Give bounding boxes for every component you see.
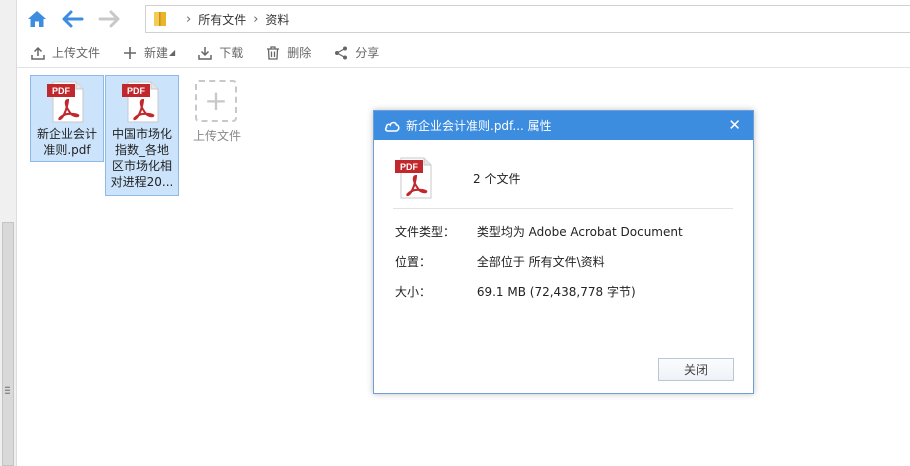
property-row-location: 位置： 全部位于 所有文件\资料 xyxy=(395,253,605,270)
file-count: 2 个文件 xyxy=(473,171,521,186)
left-scrollbar[interactable]: ━ ━ ━ xyxy=(0,0,17,466)
chevron-right-icon: › xyxy=(253,11,259,27)
dialog-title: 新企业会计准则.pdf... 属性 xyxy=(406,119,552,133)
toolbar: 上传文件 新建 ◢ 下载 删除 分享 xyxy=(17,38,910,68)
upload-label: 上传文件 xyxy=(52,46,101,60)
dialog-summary: PDF 2 个文件 xyxy=(393,155,520,201)
upload-tile-label: 上传文件 xyxy=(192,129,241,143)
delete-button[interactable]: 删除 xyxy=(265,44,311,61)
dropdown-caret-icon: ◢ xyxy=(169,48,176,57)
upload-tile[interactable]: + xyxy=(195,80,237,122)
upload-button[interactable]: 上传文件 xyxy=(30,44,100,61)
file-name-line: 中国市场化 xyxy=(111,127,172,141)
property-key: 位置： xyxy=(395,255,432,269)
file-name-line: 准则.pdf xyxy=(43,143,91,157)
property-value: 69.1 MB (72,438,778 字节) xyxy=(476,285,636,299)
pdf-file-icon: PDF xyxy=(395,157,432,199)
download-icon xyxy=(197,45,213,61)
arrow-left-icon xyxy=(62,10,84,28)
pdf-badge-text: PDF xyxy=(400,162,419,172)
new-button[interactable]: 新建 ◢ xyxy=(122,44,175,61)
download-label: 下载 xyxy=(219,46,244,60)
address-bar[interactable]: › 所有文件 › 资料 xyxy=(145,5,910,33)
property-key: 大小： xyxy=(395,285,432,299)
home-button[interactable] xyxy=(21,3,53,35)
dialog-titlebar[interactable]: 新企业会计准则.pdf... 属性 xyxy=(374,111,753,140)
close-button[interactable]: 关闭 xyxy=(658,358,734,381)
new-label: 新建 xyxy=(144,46,169,60)
file-item[interactable]: PDF 中国市场化 指数_各地 区市场化相 对进程20... xyxy=(105,75,179,196)
property-row-type: 文件类型： 类型均为 Adobe Acrobat Document xyxy=(395,223,683,240)
property-value: 全部位于 所有文件\资料 xyxy=(476,255,605,269)
scroll-grip-icon: ━ ━ ━ xyxy=(5,383,10,398)
divider xyxy=(393,208,733,209)
folder-icon xyxy=(154,12,166,26)
property-value: 类型均为 Adobe Acrobat Document xyxy=(476,225,683,239)
left-scrollbar-thumb[interactable] xyxy=(2,222,14,466)
upload-icon xyxy=(30,45,46,61)
arrow-right-icon xyxy=(98,10,120,28)
cloud-icon xyxy=(384,120,400,132)
download-button[interactable]: 下载 xyxy=(197,44,243,61)
file-name-line: 指数_各地 xyxy=(114,143,169,157)
file-item[interactable]: PDF 新企业会计 准则.pdf xyxy=(30,75,104,162)
back-button[interactable] xyxy=(57,3,89,35)
pdf-badge-text: PDF xyxy=(52,86,71,96)
pdf-file-icon: PDF xyxy=(47,81,84,123)
plus-icon: + xyxy=(204,84,228,117)
properties-dialog: 新企业会计准则.pdf... 属性 ✕ PDF 2 个文件 文件类型： 类型均为… xyxy=(373,110,754,394)
file-name-line: 新企业会计 xyxy=(36,127,97,141)
file-name-line: 对进程20... xyxy=(110,175,174,189)
breadcrumb-current-folder[interactable]: 资料 xyxy=(265,11,289,28)
property-row-size: 大小： 69.1 MB (72,438,778 字节) xyxy=(395,283,636,300)
share-icon xyxy=(333,45,349,61)
breadcrumb-all-files[interactable]: 所有文件 xyxy=(198,11,246,28)
trash-icon xyxy=(265,45,281,61)
delete-label: 删除 xyxy=(287,46,312,60)
share-button[interactable]: 分享 xyxy=(333,44,379,61)
plus-icon xyxy=(122,45,138,61)
home-icon xyxy=(28,11,46,27)
property-key: 文件类型： xyxy=(395,225,456,239)
share-label: 分享 xyxy=(355,46,380,60)
file-manager-window: ━ ━ ━ › 所有文件 › 资料 上传文件 新建 ◢ 下载 删除 分享 PDF… xyxy=(0,0,910,466)
forward-button[interactable] xyxy=(93,3,125,35)
pdf-badge-text: PDF xyxy=(127,86,146,96)
close-icon[interactable]: ✕ xyxy=(728,117,741,133)
pdf-file-icon: PDF xyxy=(122,81,159,123)
file-name-line: 区市场化相 xyxy=(111,159,172,173)
chevron-right-icon: › xyxy=(186,11,192,27)
